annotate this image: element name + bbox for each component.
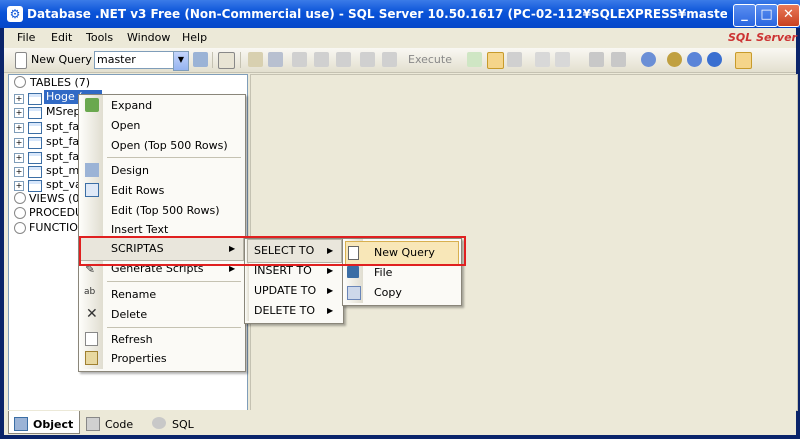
menu-expand[interactable]: Expand <box>111 99 152 115</box>
menu-file[interactable]: File <box>17 31 35 44</box>
highlight-annotation-box <box>79 236 466 266</box>
redo-icon[interactable] <box>382 52 397 67</box>
delete-icon: ✕ <box>86 306 98 322</box>
code-icon <box>86 417 100 431</box>
menu-edit-rows[interactable]: Edit Rows <box>111 184 164 200</box>
submenu-arrow-icon: ▶ <box>327 266 334 275</box>
options-icon[interactable] <box>687 52 702 67</box>
align-icon[interactable] <box>535 52 550 67</box>
table-icon <box>28 152 42 164</box>
new-query-button[interactable]: New Query <box>31 53 92 69</box>
export-icon[interactable] <box>589 52 604 67</box>
app-icon[interactable]: ⚙ <box>7 6 23 22</box>
table-icon <box>28 122 42 134</box>
menu-copy[interactable]: Copy <box>374 286 402 302</box>
menu-design[interactable]: Design <box>111 164 149 180</box>
sql-server-logo: SQL Server <box>728 31 797 44</box>
expand-icon[interactable]: + <box>14 167 24 177</box>
window-title: Database .NET v3 Free (Non-Commercial us… <box>27 7 727 21</box>
grid-icon[interactable] <box>487 52 504 69</box>
copy-icon <box>347 286 361 300</box>
menu-insert-to[interactable]: INSERT TO <box>254 264 312 280</box>
help-icon[interactable] <box>707 52 722 67</box>
tab-code[interactable]: Code <box>105 418 133 438</box>
menu-delete[interactable]: Delete <box>111 308 147 324</box>
open-icon[interactable] <box>248 52 263 67</box>
results-icon[interactable] <box>507 52 522 67</box>
menu-separator <box>107 157 241 158</box>
menu-edit[interactable]: Edit <box>51 31 72 44</box>
database-select-value: master <box>97 53 136 66</box>
paste-icon[interactable] <box>336 52 351 67</box>
functions-icon <box>14 222 26 234</box>
menu-help[interactable]: Help <box>182 31 207 44</box>
properties-icon <box>85 351 98 365</box>
globe-icon[interactable] <box>641 52 656 67</box>
table-icon <box>28 180 42 192</box>
tables-label: TABLES (7) <box>30 76 91 89</box>
expand-icon[interactable]: + <box>14 123 24 133</box>
object-icon <box>14 417 28 431</box>
pin-icon[interactable] <box>735 52 752 69</box>
settings-icon[interactable] <box>667 52 682 67</box>
database-icon <box>14 76 26 88</box>
toolbar-separator <box>212 52 213 68</box>
table-icon <box>28 137 42 149</box>
menu-rename[interactable]: Rename <box>111 288 156 304</box>
submenu-arrow-icon: ▶ <box>327 306 334 315</box>
indent-icon[interactable] <box>555 52 570 67</box>
procedures-icon <box>14 207 26 219</box>
save-icon[interactable] <box>268 52 283 67</box>
script-icon[interactable] <box>218 52 235 69</box>
views-icon <box>14 192 26 204</box>
check-icon[interactable] <box>467 52 482 67</box>
menu-file-output[interactable]: File <box>374 266 392 282</box>
menu-update-to[interactable]: UPDATE TO <box>254 284 316 300</box>
refresh-icon <box>85 332 98 346</box>
close-button[interactable]: ✕ <box>777 4 800 27</box>
menu-separator <box>107 327 241 328</box>
maximize-button[interactable]: □ <box>755 4 778 27</box>
new-query-icon <box>15 52 27 69</box>
expand-icon[interactable]: + <box>14 94 24 104</box>
menu-open-top-500[interactable]: Open (Top 500 Rows) <box>111 139 228 155</box>
tree-item-views[interactable]: VIEWS (0) <box>29 192 84 205</box>
expand-item-icon <box>85 98 99 112</box>
expand-icon[interactable]: + <box>14 108 24 118</box>
menu-bar <box>4 28 796 48</box>
minimize-button[interactable]: _ <box>733 4 756 27</box>
table-icon <box>28 166 42 178</box>
expand-icon[interactable]: + <box>14 181 24 191</box>
context-menu-icon-column <box>79 95 103 369</box>
copy-icon[interactable] <box>314 52 329 67</box>
menu-refresh[interactable]: Refresh <box>111 333 153 349</box>
menu-separator <box>107 281 241 282</box>
edit-rows-icon <box>85 183 99 197</box>
table-icon <box>28 107 42 119</box>
table-icon <box>28 93 42 105</box>
toolbar-separator <box>240 52 241 68</box>
print-icon[interactable] <box>611 52 626 67</box>
connect-icon[interactable] <box>193 52 208 67</box>
menu-edit-top-500[interactable]: Edit (Top 500 Rows) <box>111 204 220 220</box>
rename-icon: ab <box>84 287 96 297</box>
chevron-down-icon[interactable]: ▼ <box>173 51 189 71</box>
menu-tools[interactable]: Tools <box>86 31 113 44</box>
execute-button[interactable]: Execute <box>408 53 452 69</box>
menu-delete-to[interactable]: DELETE TO <box>254 304 315 320</box>
menu-window[interactable]: Window <box>127 31 170 44</box>
menu-properties[interactable]: Properties <box>111 352 167 368</box>
save-file-icon <box>347 266 359 278</box>
tab-sql[interactable]: SQL <box>172 418 194 438</box>
cut-icon[interactable] <box>292 52 307 67</box>
undo-icon[interactable] <box>360 52 375 67</box>
tab-object[interactable]: Object <box>33 418 73 438</box>
sql-icon <box>152 417 166 429</box>
expand-icon[interactable]: + <box>14 138 24 148</box>
expand-icon[interactable]: + <box>14 153 24 163</box>
menu-open[interactable]: Open <box>111 119 140 135</box>
submenu-arrow-icon: ▶ <box>327 286 334 295</box>
design-icon <box>85 163 99 177</box>
